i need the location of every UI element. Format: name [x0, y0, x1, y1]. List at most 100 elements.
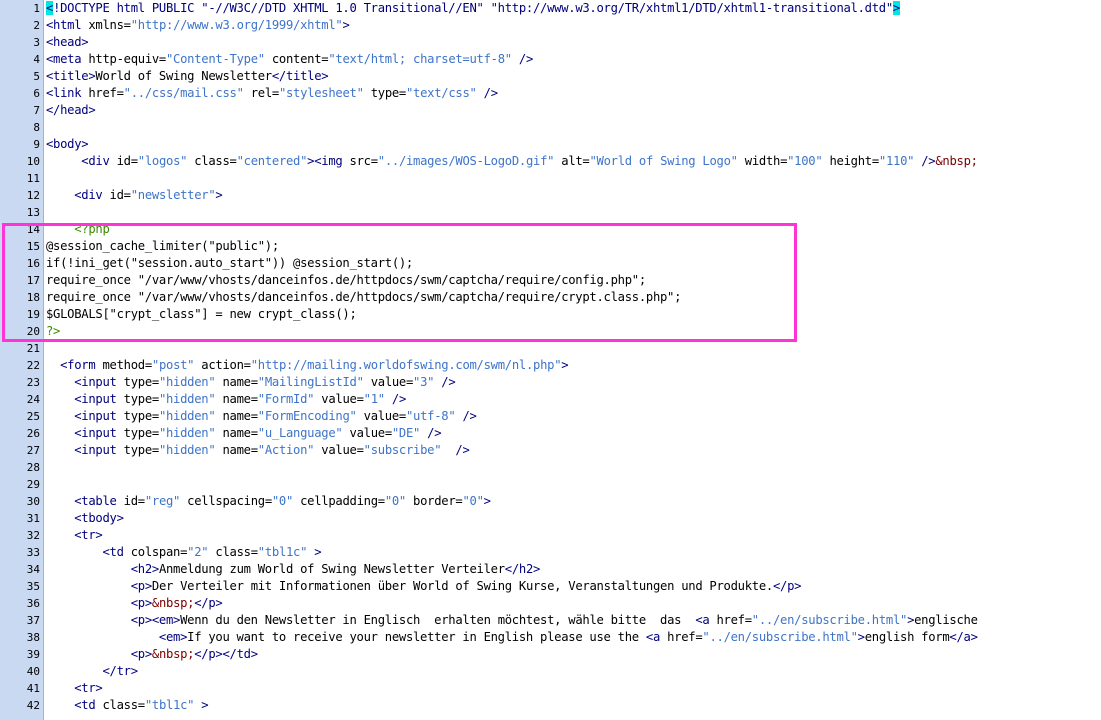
code-token: <tbody>: [74, 511, 124, 525]
code-line[interactable]: 7 </head>: [0, 102, 1101, 119]
code-line[interactable]: 34 <h2>Anmeldung zum World of Swing News…: [0, 561, 1101, 578]
code-lines[interactable]: 1 <!DOCTYPE html PUBLIC "-//W3C//DTD XHTM…: [0, 0, 1101, 714]
code-token: "reg": [144, 494, 181, 508]
code-line[interactable]: 33 <td colspan="2" class="tbl1c" >: [0, 544, 1101, 561]
code-line[interactable]: 22 <form method="post" action="http://ma…: [0, 357, 1101, 374]
code-token: />: [914, 154, 936, 168]
code-token: <?php: [74, 222, 110, 236]
line-number: 26: [26, 427, 40, 440]
code-line[interactable]: 25 <input type="hidden" name="FormEncodi…: [0, 408, 1101, 425]
code-line[interactable]: 9 <body>: [0, 136, 1101, 153]
code-text: <h2>Anmeldung zum World of Swing Newslet…: [46, 561, 541, 578]
code-token: "text/css": [406, 86, 477, 100]
code-line[interactable]: 13: [0, 204, 1101, 221]
code-token: If you want to receive your newsletter i…: [187, 630, 646, 644]
code-token: <input: [74, 426, 124, 440]
code-line[interactable]: 2 <html xmlns="http://www.w3.org/1999/xht…: [0, 17, 1101, 34]
code-token: <a: [695, 613, 717, 627]
code-line[interactable]: 36 <p>&nbsp;</p>: [0, 595, 1101, 612]
code-text: require_once "/var/www/vhosts/danceinfos…: [46, 272, 646, 289]
code-token: <div: [81, 154, 117, 168]
code-token: <: [46, 1, 54, 15]
code-line[interactable]: 30 <table id="reg" cellspacing="0" cellp…: [0, 493, 1101, 510]
code-token: <head>: [46, 35, 89, 49]
code-token: "MailingListId": [257, 375, 364, 389]
code-token: &nbsp;: [151, 647, 195, 661]
code-line[interactable]: 1 <!DOCTYPE html PUBLIC "-//W3C//DTD XHTM…: [0, 0, 1101, 17]
code-line[interactable]: 28: [0, 459, 1101, 476]
code-token: Anmeldung zum World of Swing Newsletter …: [158, 562, 505, 576]
code-token: <table: [74, 494, 124, 508]
code-line[interactable]: 37 <p><em>Wenn du den Newsletter in Engl…: [0, 612, 1101, 629]
code-text: <?php: [46, 221, 110, 238]
code-line[interactable]: 24 <input type="hidden" name="FormId" va…: [0, 391, 1101, 408]
code-text: require_once "/var/www/vhosts/danceinfos…: [46, 289, 681, 306]
code-line[interactable]: 42 <td class="tbl1c" >: [0, 697, 1101, 714]
code-token: "0": [384, 494, 406, 508]
code-token: >: [307, 545, 322, 559]
code-token: <body>: [46, 137, 89, 151]
code-line[interactable]: 14 <?php: [0, 221, 1101, 238]
code-line[interactable]: 29: [0, 476, 1101, 493]
code-line[interactable]: 18 require_once "/var/www/vhosts/danceinf…: [0, 289, 1101, 306]
code-line[interactable]: 11: [0, 170, 1101, 187]
line-number: 10: [26, 155, 40, 168]
code-line[interactable]: 6 <link href="../css/mail.css" rel="style…: [0, 85, 1101, 102]
code-text: <body>: [46, 136, 89, 153]
code-token: type=: [123, 443, 160, 457]
code-token: >: [892, 1, 900, 15]
code-token: value=: [314, 443, 364, 457]
code-line[interactable]: 27 <input type="hidden" name="Action" va…: [0, 442, 1101, 459]
code-line[interactable]: 15 @session_cache_limiter("public");: [0, 238, 1101, 255]
code-text: </head>: [46, 102, 96, 119]
code-token: <p>: [130, 579, 152, 593]
code-line[interactable]: 19 $GLOBALS["crypt_class"] = new crypt_cl…: [0, 306, 1101, 323]
code-line[interactable]: 3 <head>: [0, 34, 1101, 51]
code-token: !DOCTYPE html PUBLIC "-//W3C//DTD XHTML …: [53, 1, 893, 15]
code-token: "World of Swing Logo": [589, 154, 738, 168]
code-token: "../images/WOS-LogoD.gif": [377, 154, 555, 168]
code-line[interactable]: 12 <div id="newsletter">: [0, 187, 1101, 204]
code-text: <div id="logos" class="centered"><img sr…: [46, 153, 978, 170]
code-line[interactable]: 8: [0, 119, 1101, 136]
code-text: <input type="hidden" name="FormEncoding"…: [46, 408, 477, 425]
code-line[interactable]: 10 <div id="logos" class="centered"><img…: [0, 153, 1101, 170]
code-token: type=: [123, 409, 160, 423]
code-line[interactable]: 40 </tr>: [0, 663, 1101, 680]
code-line[interactable]: 23 <input type="hidden" name="MailingLis…: [0, 374, 1101, 391]
code-line[interactable]: 35 <p>Der Verteiler mit Informationen üb…: [0, 578, 1101, 595]
code-token: "../en/subscribe.html": [751, 613, 908, 627]
code-line[interactable]: 32 <tr>: [0, 527, 1101, 544]
line-number: 14: [26, 223, 40, 236]
code-line[interactable]: 5 <title>World of Swing Newsletter</title…: [0, 68, 1101, 85]
code-token: http-equiv=: [88, 52, 166, 66]
code-token: "hidden": [158, 375, 216, 389]
code-line[interactable]: 16 if(!ini_get("session.auto_start")) @se…: [0, 255, 1101, 272]
code-editor[interactable]: 1 <!DOCTYPE html PUBLIC "-//W3C//DTD XHTM…: [0, 0, 1101, 720]
line-number: 35: [26, 580, 40, 593]
code-token: width=: [737, 154, 788, 168]
code-line[interactable]: 41 <tr>: [0, 680, 1101, 697]
code-token: "1": [363, 392, 385, 406]
code-line[interactable]: 21: [0, 340, 1101, 357]
code-line[interactable]: 26 <input type="hidden" name="u_Language…: [0, 425, 1101, 442]
code-text: <input type="hidden" name="Action" value…: [46, 442, 470, 459]
code-token: "u_Language": [257, 426, 343, 440]
code-line[interactable]: 20 ?>: [0, 323, 1101, 340]
code-text: <p>&nbsp;</p>: [46, 595, 223, 612]
code-text: <em>If you want to receive your newslett…: [46, 629, 978, 646]
code-line[interactable]: 31 <tbody>: [0, 510, 1101, 527]
code-line[interactable]: 4 <meta http-equiv="Content-Type" content…: [0, 51, 1101, 68]
code-text: <table id="reg" cellspacing="0" cellpadd…: [46, 493, 491, 510]
line-number: 31: [26, 512, 40, 525]
code-line[interactable]: 17 require_once "/var/www/vhosts/danceinf…: [0, 272, 1101, 289]
code-line[interactable]: 39 <p>&nbsp;</p></td>: [0, 646, 1101, 663]
code-line[interactable]: 38 <em>If you want to receive your newsl…: [0, 629, 1101, 646]
